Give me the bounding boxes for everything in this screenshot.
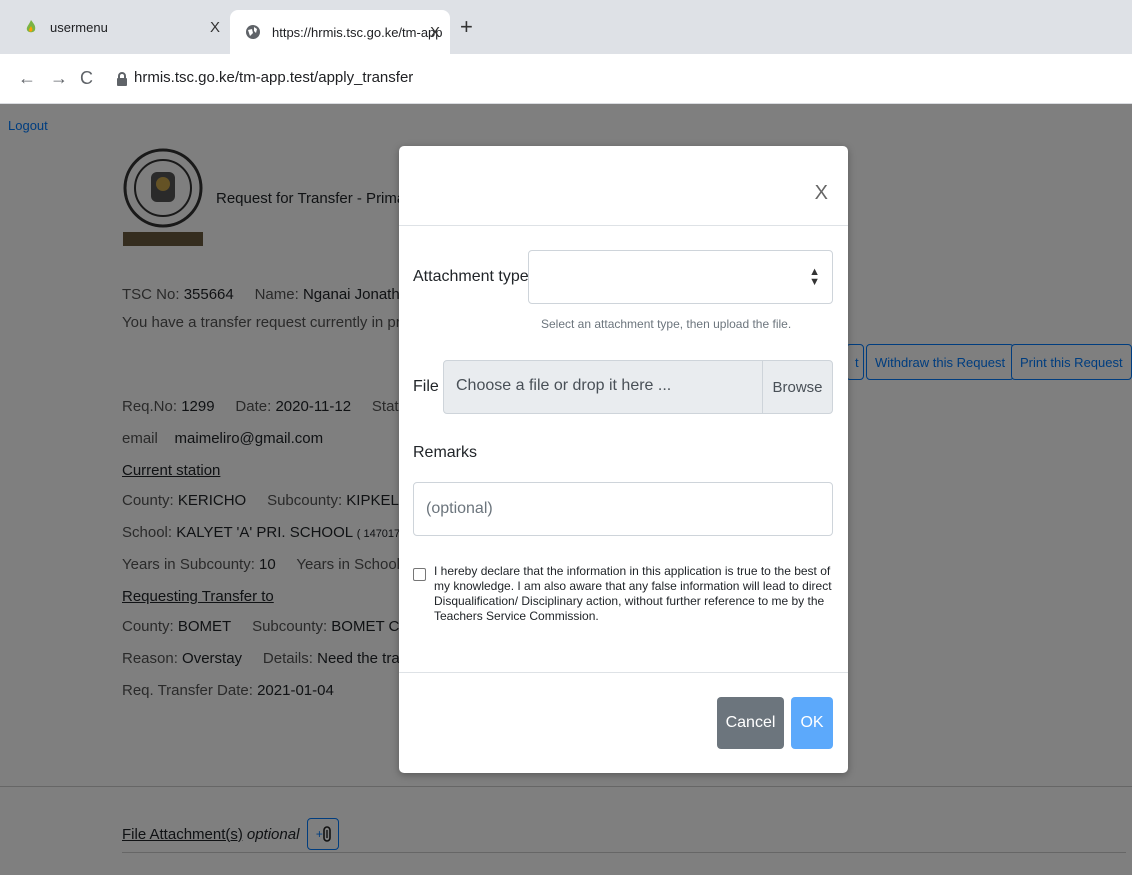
remarks-label: Remarks (413, 444, 478, 461)
close-icon[interactable]: X (815, 182, 828, 205)
tab-usermenu[interactable]: usermenu X (0, 12, 230, 42)
address-bar: ← → C hrmis.tsc.go.ke/tm-app.test/apply_… (0, 54, 1132, 104)
tab-close-icon[interactable]: X (430, 24, 440, 41)
select-arrows-icon: ▲ ▼ (809, 266, 820, 288)
tab-label: usermenu (50, 19, 108, 35)
ok-button[interactable]: OK (791, 697, 833, 749)
cancel-button[interactable]: Cancel (717, 697, 784, 749)
attachment-type-label: Attachment type (413, 268, 529, 285)
attachment-type-select[interactable]: ▲ ▼ (528, 250, 833, 304)
url-input[interactable]: hrmis.tsc.go.ke/tm-app.test/apply_transf… (134, 69, 413, 86)
back-arrow-icon[interactable]: ← (18, 68, 36, 89)
file-input[interactable]: Choose a file or drop it here ... Browse (443, 360, 833, 414)
remarks-input[interactable] (413, 482, 833, 536)
browse-button[interactable]: Browse (762, 361, 832, 413)
flame-icon (22, 18, 40, 36)
browser-tab-bar: usermenu X https://hrmis.tsc.go.ke/tm-ap… (0, 0, 1132, 54)
forward-arrow-icon[interactable]: → (50, 68, 68, 89)
reload-icon[interactable]: C (80, 68, 93, 89)
declaration-text: I hereby declare that the information in… (434, 564, 832, 623)
modal-header: X (399, 146, 848, 226)
new-tab-button[interactable]: + (460, 14, 473, 40)
globe-icon (244, 23, 262, 41)
file-label: File (413, 378, 439, 395)
tab-hrmis[interactable]: https://hrmis.tsc.go.ke/tm-app.te X (230, 10, 450, 54)
attachment-type-hint: Select an attachment type, then upload t… (541, 317, 792, 331)
lock-icon (116, 72, 128, 91)
file-placeholder: Choose a file or drop it here ... (456, 377, 672, 394)
tab-close-icon[interactable]: X (210, 19, 220, 36)
tab-label: https://hrmis.tsc.go.ke/tm-app.te (272, 24, 442, 40)
declaration-checkbox[interactable] (413, 568, 426, 581)
attachment-modal: X Attachment type ▲ ▼ Select an attachmen… (399, 146, 848, 773)
modal-footer (399, 672, 848, 673)
